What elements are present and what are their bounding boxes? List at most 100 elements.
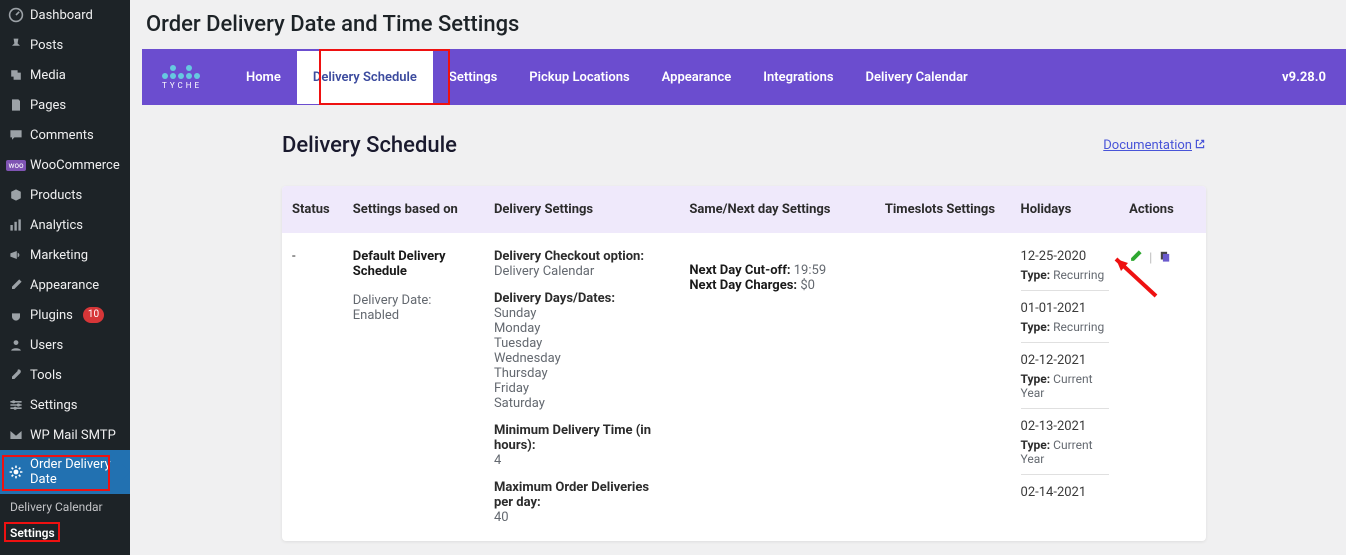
holiday-type-value: Recurring <box>1053 268 1104 282</box>
sidebar-item-label: Users <box>30 338 63 353</box>
cell-settings-based: Default Delivery Schedule Delivery Date:… <box>343 233 484 541</box>
holiday-type-label: Type: <box>1021 268 1051 282</box>
sidebar-sub-delivery-calendar[interactable]: Delivery Calendar <box>0 494 130 520</box>
page-title: Order Delivery Date and Time Settings <box>146 12 1346 37</box>
megaphone-icon <box>8 247 24 263</box>
min-time-label: Minimum Delivery Time (in hours): <box>494 423 669 453</box>
day-value: Thursday <box>494 366 669 381</box>
tab-integrations[interactable]: Integrations <box>747 51 849 104</box>
cell-status: - <box>282 233 343 541</box>
sidebar-item-label: WooCommerce <box>30 158 120 173</box>
day-value: Tuesday <box>494 336 669 351</box>
th-holidays: Holidays <box>1011 186 1120 233</box>
sidebar-item-label: Marketing <box>30 248 88 263</box>
schedule-table: Status Settings based on Delivery Settin… <box>282 186 1206 541</box>
tab-delivery-schedule[interactable]: Delivery Schedule <box>297 51 433 104</box>
holiday-item: 01-01-2021 Type: Recurring <box>1021 301 1110 343</box>
sidebar-item-products[interactable]: Products <box>0 180 130 210</box>
sidebar-item-label: Products <box>30 188 82 203</box>
holiday-date: 02-14-2021 <box>1021 485 1110 500</box>
mail-icon <box>8 427 24 443</box>
th-settings-based: Settings based on <box>343 186 484 233</box>
brand-label: TYCHE <box>162 81 202 90</box>
charges-label: Next Day Charges: <box>689 278 797 293</box>
flyout-arrow-icon <box>122 464 138 480</box>
sidebar-item-label: Dashboard <box>30 8 93 23</box>
update-badge: 10 <box>83 307 104 323</box>
pin-icon <box>8 37 24 53</box>
tab-settings[interactable]: Settings <box>433 51 513 104</box>
brand-dots-icon <box>162 65 202 79</box>
schedule-panel: Status Settings based on Delivery Settin… <box>282 186 1206 541</box>
tab-home[interactable]: Home <box>230 51 297 104</box>
sidebar-item-woocommerce[interactable]: woo WooCommerce <box>0 150 130 180</box>
sidebar-item-settings[interactable]: Settings <box>0 390 130 420</box>
content-pane: Delivery Schedule Documentation Status S… <box>142 105 1346 555</box>
tab-delivery-calendar[interactable]: Delivery Calendar <box>850 51 984 104</box>
wp-sidebar: Dashboard Posts Media Pages Comments woo… <box>0 0 130 555</box>
holiday-item: 02-12-2021 Type: Current Year <box>1021 353 1110 409</box>
holiday-date: 01-01-2021 <box>1021 301 1110 316</box>
brand-logo: TYCHE <box>162 65 202 90</box>
table-header-row: Status Settings based on Delivery Settin… <box>282 186 1206 233</box>
media-icon <box>8 67 24 83</box>
main-area: Order Delivery Date and Time Settings TY… <box>130 0 1346 555</box>
holiday-date: 12-25-2020 <box>1021 249 1110 264</box>
holiday-type-value: Recurring <box>1053 320 1104 334</box>
min-time-value: 4 <box>494 453 669 468</box>
sidebar-item-media[interactable]: Media <box>0 60 130 90</box>
cutoff-value: 19:59 <box>794 263 826 278</box>
gear-icon <box>8 464 24 480</box>
th-delivery-settings: Delivery Settings <box>484 186 679 233</box>
section-head: Delivery Schedule Documentation <box>282 133 1206 158</box>
section-title: Delivery Schedule <box>282 133 457 158</box>
sidebar-item-label: Tools <box>30 368 62 383</box>
holiday-item: 02-14-2021 <box>1021 485 1110 508</box>
woo-icon: woo <box>8 157 24 173</box>
tab-pickup-locations[interactable]: Pickup Locations <box>513 51 645 104</box>
sidebar-item-appearance[interactable]: Appearance <box>0 270 130 300</box>
holiday-type-label: Type: <box>1021 438 1051 452</box>
sidebar-item-wpmailsmtp[interactable]: WP Mail SMTP <box>0 420 130 450</box>
day-value: Sunday <box>494 306 669 321</box>
sidebar-item-label: Analytics <box>30 218 83 233</box>
documentation-link[interactable]: Documentation <box>1103 138 1206 154</box>
sidebar-item-orderdeliverydate[interactable]: Order Delivery Date <box>0 450 130 494</box>
sidebar-item-marketing[interactable]: Marketing <box>0 240 130 270</box>
sidebar-item-plugins[interactable]: Plugins 10 <box>0 300 130 330</box>
sidebar-sub-settings[interactable]: Settings <box>0 520 130 546</box>
day-value: Monday <box>494 321 669 336</box>
cell-samenext: Next Day Cut-off: 19:59 Next Day Charges… <box>679 233 874 541</box>
holiday-date: 02-13-2021 <box>1021 419 1110 434</box>
tab-appearance[interactable]: Appearance <box>646 51 748 104</box>
cell-holidays: 12-25-2020 Type: Recurring 01-01-2021 Ty… <box>1011 233 1120 541</box>
dashboard-icon <box>8 7 24 23</box>
sidebar-item-posts[interactable]: Posts <box>0 30 130 60</box>
days-label: Delivery Days/Dates: <box>494 291 669 306</box>
sidebar-item-analytics[interactable]: Analytics <box>0 210 130 240</box>
sidebar-item-dashboard[interactable]: Dashboard <box>0 0 130 30</box>
schedule-name: Default Delivery Schedule <box>353 249 474 279</box>
sidebar-item-label: WP Mail SMTP <box>30 428 116 443</box>
sidebar-item-label: Settings <box>30 398 77 413</box>
date-label: Delivery Date: <box>353 293 432 308</box>
cell-timeslots <box>875 233 1011 541</box>
table-row: - Default Delivery Schedule Delivery Dat… <box>282 233 1206 541</box>
chart-icon <box>8 217 24 233</box>
sidebar-item-comments[interactable]: Comments <box>0 120 130 150</box>
holiday-item: 02-13-2021 Type: Current Year <box>1021 419 1110 475</box>
sidebar-item-label: Pages <box>30 98 66 113</box>
plug-icon <box>8 307 24 323</box>
th-samenext: Same/Next day Settings <box>679 186 874 233</box>
sidebar-item-tools[interactable]: Tools <box>0 360 130 390</box>
sidebar-item-pages[interactable]: Pages <box>0 90 130 120</box>
sidebar-item-label: Plugins <box>30 308 73 323</box>
wrench-icon <box>8 367 24 383</box>
th-timeslots: Timeslots Settings <box>875 186 1011 233</box>
max-orders-label: Maximum Order Deliveries per day: <box>494 480 669 510</box>
cell-delivery-settings: Delivery Checkout option: Delivery Calen… <box>484 233 679 541</box>
doc-link-label: Documentation <box>1103 138 1192 153</box>
sidebar-item-users[interactable]: Users <box>0 330 130 360</box>
holiday-item: 12-25-2020 Type: Recurring <box>1021 249 1110 291</box>
holiday-type-label: Type: <box>1021 320 1051 334</box>
